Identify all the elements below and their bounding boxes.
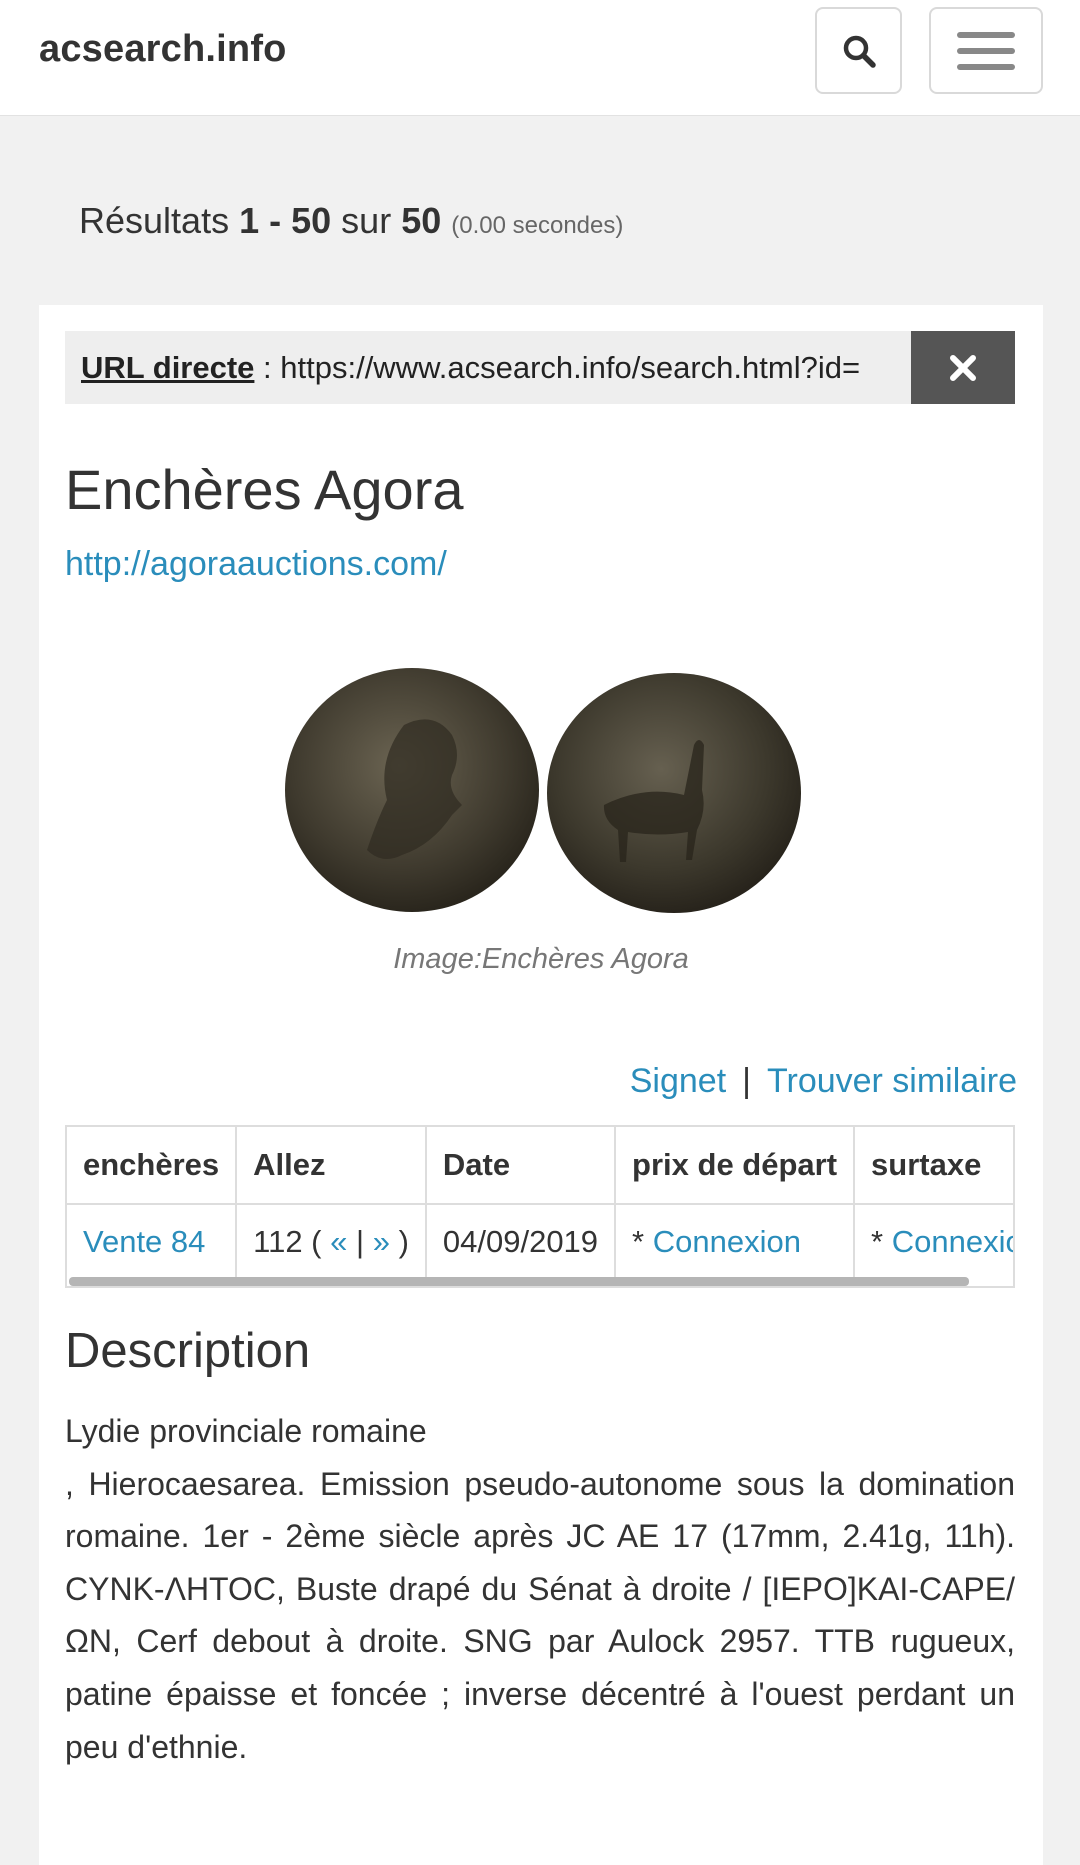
price-prefix: *	[632, 1223, 653, 1259]
results-total: 50	[401, 200, 442, 241]
prev-lot-link[interactable]: «	[330, 1224, 347, 1259]
lot-table: enchères Allez Date prix de départ surta…	[67, 1127, 1013, 1278]
results-summary: Résultats 1 - 50 sur 50 (0.00 secondes)	[79, 200, 623, 242]
lot-nav-pipe: |	[356, 1223, 365, 1259]
col-header-go: Allez	[236, 1127, 427, 1205]
direct-url-value: https://www.acsearch.info/search.html?id…	[280, 349, 861, 385]
price-login-link[interactable]: Connexion	[653, 1224, 801, 1259]
close-icon	[950, 354, 976, 381]
lot-panel: URL directe : https://www.acsearch.info/…	[39, 305, 1043, 1865]
navbar: acsearch.info	[0, 0, 1080, 116]
hamburger-menu-icon	[957, 31, 1015, 70]
table-row: Vente 84 112 ( « | » ) 04/09/2019 * Conn…	[67, 1204, 1013, 1278]
description-heading: Description	[65, 1324, 311, 1378]
col-header-auction: enchères	[67, 1127, 238, 1205]
description-line1: Lydie provinciale romaine	[65, 1413, 427, 1449]
fee-login-link[interactable]: Connexion	[892, 1224, 1013, 1259]
auction-house-website-link[interactable]: http://agoraauctions.com/	[65, 545, 447, 584]
col-header-fee: surtaxe	[854, 1127, 1013, 1205]
find-similar-link[interactable]: Trouver similaire	[767, 1062, 1017, 1100]
bookmark-link[interactable]: Signet	[630, 1062, 726, 1100]
col-header-start-price: prix de départ	[615, 1127, 856, 1205]
lot-close-paren: )	[398, 1223, 409, 1259]
results-time: (0.00 secondes)	[451, 212, 624, 239]
next-lot-link[interactable]: »	[373, 1224, 390, 1259]
description-body: , Hierocaesarea. Emission pseudo-autonom…	[65, 1465, 1015, 1765]
lot-actions: Signet | Trouver similaire	[630, 1062, 1017, 1101]
site-brand[interactable]: acsearch.info	[39, 28, 287, 71]
results-range: 1 - 50	[239, 200, 332, 241]
table-horizontal-scrollbar[interactable]	[69, 1277, 969, 1286]
actions-separator: |	[742, 1062, 751, 1100]
results-prefix: Résultats	[79, 200, 230, 241]
search-button[interactable]	[815, 7, 902, 94]
direct-url-text[interactable]: URL directe : https://www.acsearch.info/…	[81, 331, 891, 404]
menu-toggle-button[interactable]	[929, 7, 1043, 94]
col-header-date: Date	[425, 1127, 617, 1205]
results-sur: sur	[341, 200, 392, 241]
lot-table-container[interactable]: enchères Allez Date prix de départ surta…	[65, 1125, 1015, 1288]
direct-url-separator: :	[254, 349, 281, 385]
direct-url-bar: URL directe : https://www.acsearch.info/…	[65, 331, 1015, 404]
direct-url-label: URL directe	[81, 349, 255, 385]
sale-date: 04/09/2019	[425, 1204, 617, 1278]
auction-house-title: Enchères Agora	[65, 458, 464, 521]
lot-number: 112 (	[253, 1223, 322, 1259]
close-url-button[interactable]	[911, 331, 1015, 404]
description-text: Lydie provinciale romaine , Hierocaesare…	[65, 1405, 1015, 1773]
sale-link[interactable]: Vente 84	[83, 1224, 205, 1259]
image-caption: Image:Enchères Agora	[393, 943, 689, 975]
coin-image[interactable]	[284, 665, 804, 915]
search-icon	[843, 35, 876, 68]
table-header-row: enchères Allez Date prix de départ surta…	[67, 1127, 1013, 1205]
fee-prefix: *	[871, 1223, 892, 1259]
